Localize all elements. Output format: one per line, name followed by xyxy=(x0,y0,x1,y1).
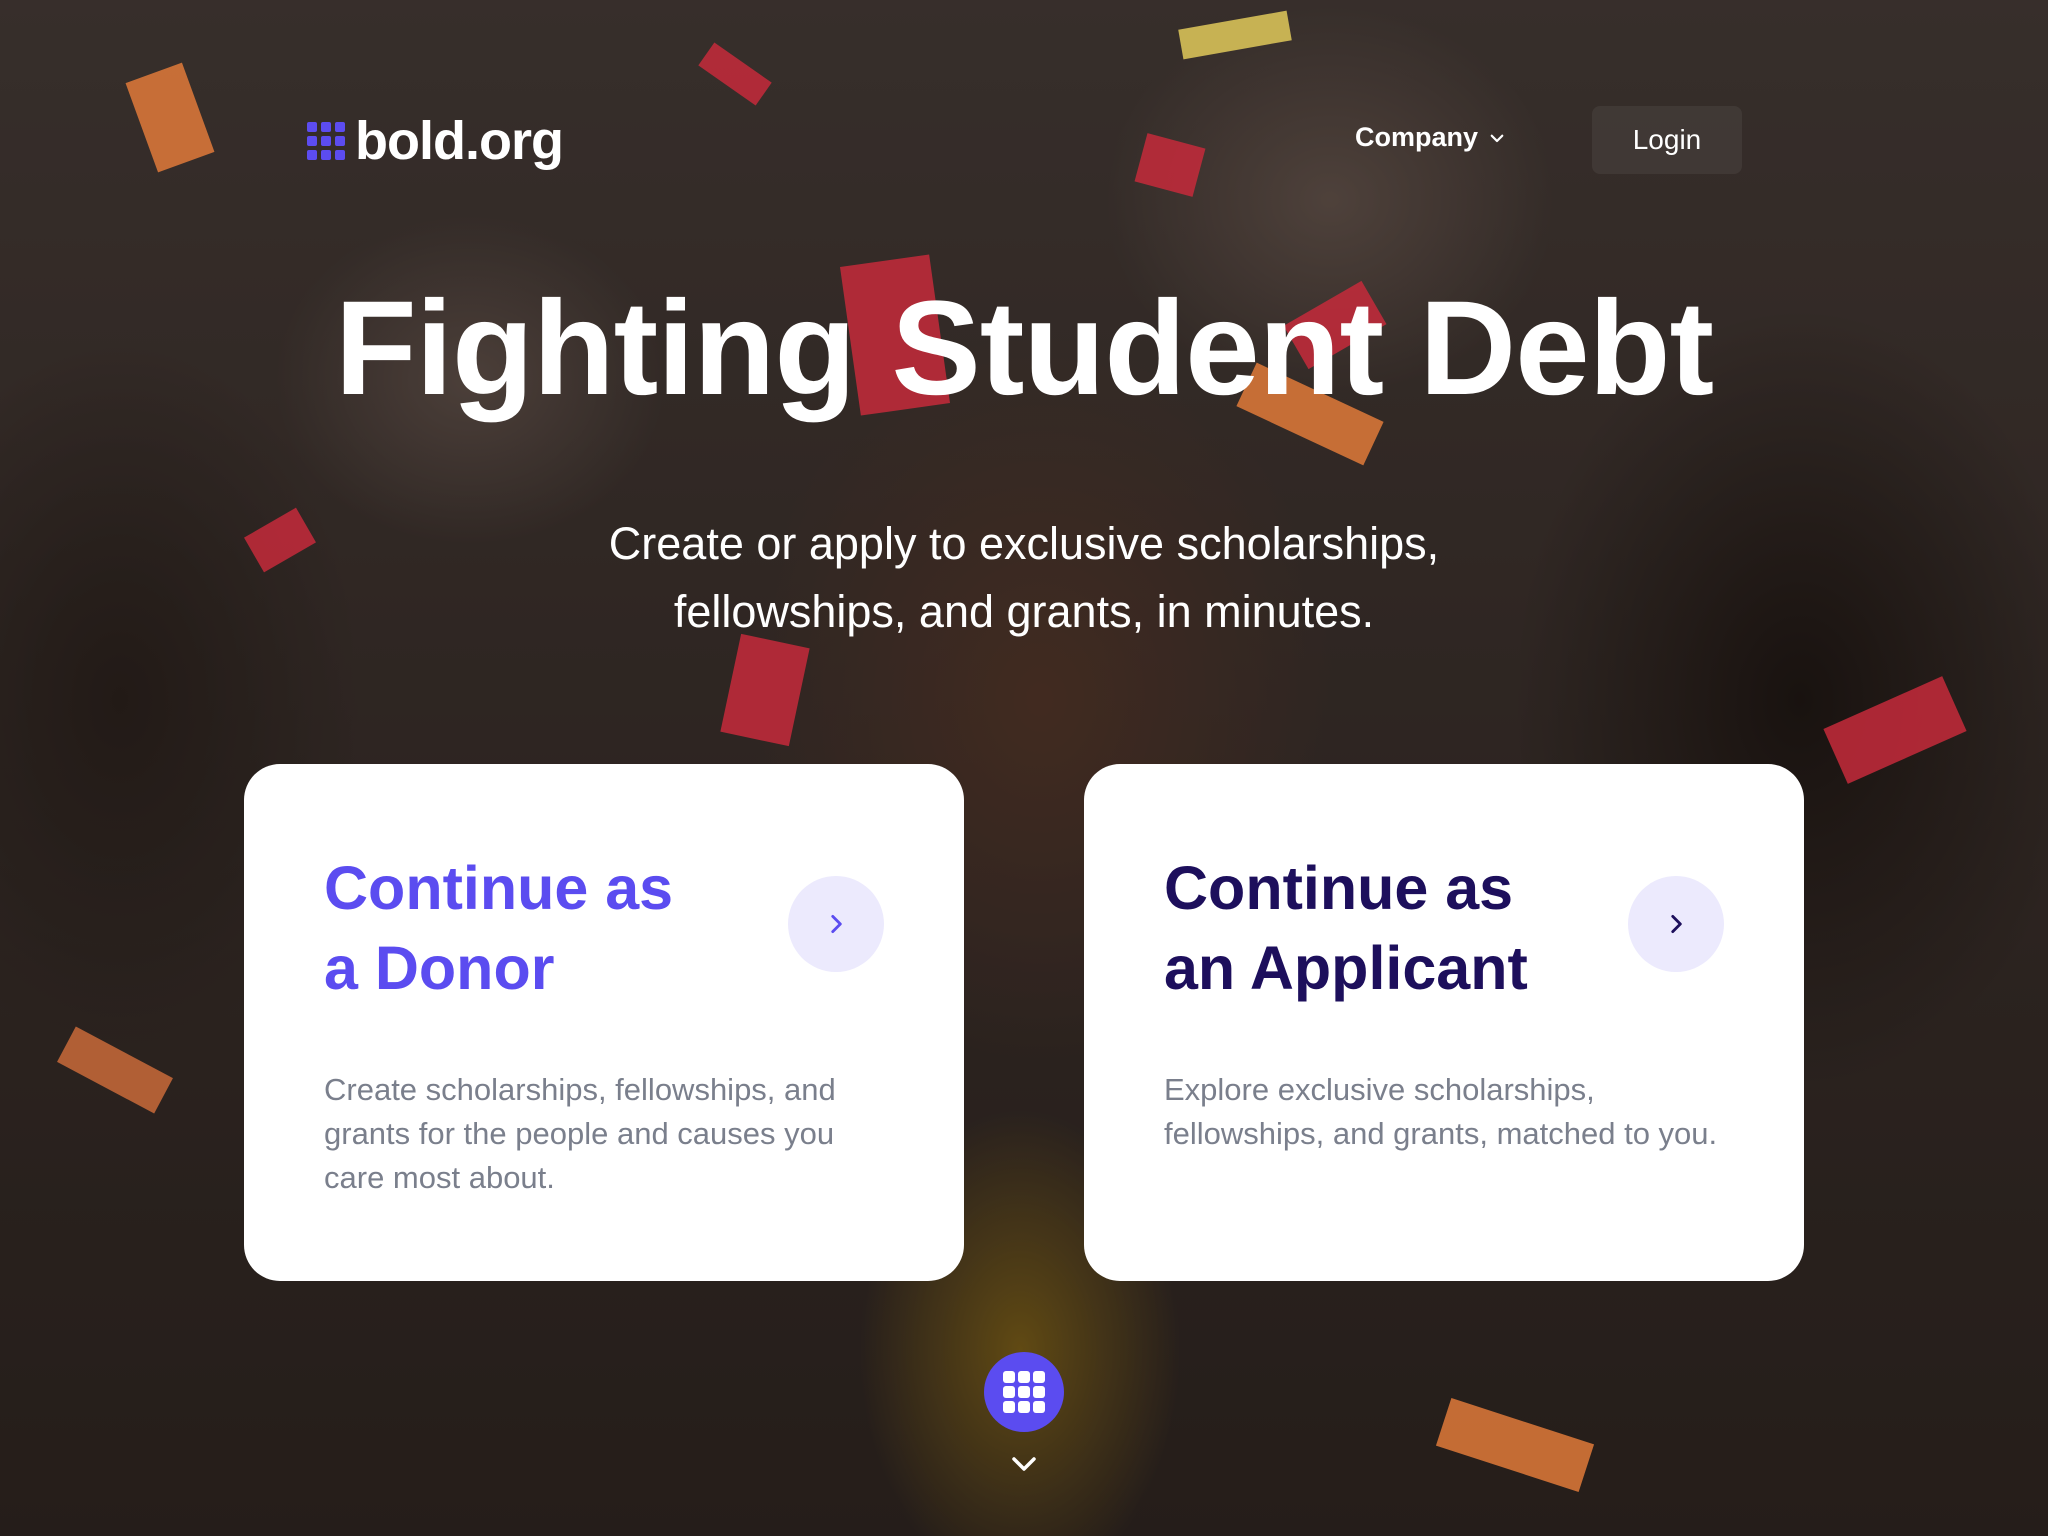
logo[interactable]: bold.org xyxy=(307,110,564,172)
donor-card-description: Create scholarships, fellowships, and gr… xyxy=(324,1072,836,1195)
chevron-down-icon xyxy=(1490,134,1504,142)
donor-card-title-line-2: a Donor xyxy=(324,934,555,1002)
applicant-card-arrow-button[interactable] xyxy=(1628,876,1724,972)
login-button[interactable]: Login xyxy=(1592,106,1742,174)
applicant-card[interactable]: Continue as an Applicant Explore exclusi… xyxy=(1084,764,1804,1281)
subheadline-line-2: fellowships, and grants, in minutes. xyxy=(673,586,1375,637)
logo-grid-icon xyxy=(307,122,345,160)
company-menu-label: Company xyxy=(1355,122,1479,152)
chevron-down-icon[interactable] xyxy=(1008,1452,1040,1476)
grid-icon xyxy=(1003,1371,1045,1413)
applicant-card-title-line-1: Continue as xyxy=(1164,854,1514,922)
company-menu[interactable]: Company xyxy=(1355,122,1506,153)
applicant-card-description: Explore exclusive scholarships, fellowsh… xyxy=(1164,1072,1718,1151)
donor-card-arrow-button[interactable] xyxy=(788,876,884,972)
subheadline-line-1: Create or apply to exclusive scholarship… xyxy=(608,518,1440,569)
chevron-right-icon xyxy=(831,915,842,933)
donor-card[interactable]: Continue as a Donor Create scholarships,… xyxy=(244,764,964,1281)
hero-section: bold.org Company Login Fighting Student … xyxy=(0,0,2048,1536)
page-title: Fighting Student Debt xyxy=(334,274,1714,423)
applicant-card-title: Continue as an Applicant xyxy=(1164,848,1604,1008)
applicant-card-title-line-2: an Applicant xyxy=(1164,934,1528,1002)
donor-card-title: Continue as a Donor xyxy=(324,848,764,1008)
logo-text: bold.org xyxy=(355,111,564,171)
donor-card-title-line-1: Continue as xyxy=(324,854,674,922)
chevron-right-icon xyxy=(1671,915,1682,933)
hero-subheadline: Create or apply to exclusive scholarship… xyxy=(424,510,1624,646)
scroll-down-button[interactable] xyxy=(984,1352,1064,1432)
